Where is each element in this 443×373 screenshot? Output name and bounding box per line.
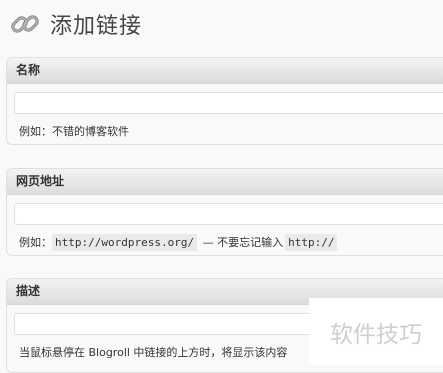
- name-box-heading: 名称: [7, 58, 443, 84]
- link-url-input[interactable]: [14, 203, 443, 225]
- link-icon: [11, 15, 39, 33]
- url-box-heading: 网页地址: [7, 169, 443, 195]
- name-hint: 例如：不错的博客软件: [19, 125, 129, 138]
- page-title: 添加链接: [50, 14, 143, 39]
- url-hint-prefix: 例如：: [19, 236, 52, 249]
- url-box-body: 例如： http://wordpress.org/ — 不要忘记输入 http://: [7, 195, 443, 251]
- url-hint-code: http://: [285, 234, 338, 251]
- link-name-input[interactable]: [14, 92, 443, 114]
- page-header: 添加链接: [8, 6, 142, 42]
- url-hint: 例如： http://wordpress.org/ — 不要忘记输入 http://: [19, 234, 443, 251]
- url-hint-separator: — 不要忘记输入: [202, 236, 284, 249]
- watermark: 软件技巧: [309, 298, 443, 365]
- name-box-body: 例如：不错的博客软件: [7, 84, 443, 139]
- url-hint-example: http://wordpress.org/: [52, 234, 198, 251]
- name-box: 名称 例如：不错的博客软件: [6, 57, 443, 145]
- url-box: 网页地址 例如： http://wordpress.org/ — 不要忘记输入 ht…: [6, 168, 443, 256]
